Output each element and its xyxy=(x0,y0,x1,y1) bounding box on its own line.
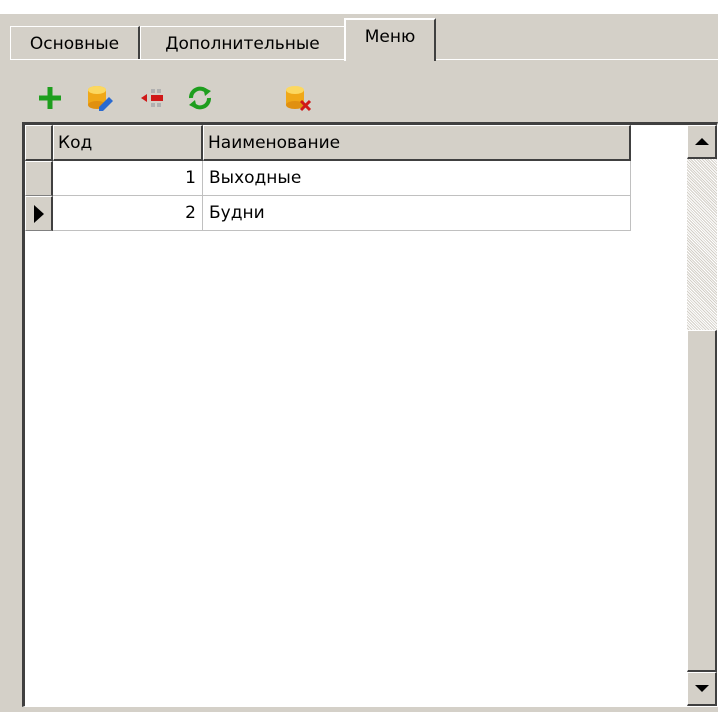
tab-menu[interactable]: Меню xyxy=(344,18,436,61)
arrow-up-icon xyxy=(694,138,709,145)
edit-record-button[interactable] xyxy=(84,82,116,114)
dialog-window: Основные Дополнительные Меню Код Наимено… xyxy=(0,0,722,712)
refresh-button[interactable] xyxy=(184,82,216,114)
cell-name[interactable]: Выходные xyxy=(203,161,631,196)
row-indicator-header xyxy=(25,125,53,161)
tab-dopolnitelnye[interactable]: Дополнительные xyxy=(140,26,346,60)
add-button[interactable] xyxy=(34,82,66,114)
collapse-icon xyxy=(141,89,163,107)
cell-code[interactable]: 1 xyxy=(53,161,203,196)
tab-label: Основные xyxy=(29,33,120,54)
current-row-arrow-icon xyxy=(33,204,44,223)
scroll-down-button[interactable] xyxy=(687,672,717,706)
tab-osnovnye[interactable]: Основные xyxy=(10,26,140,60)
edit-database-icon xyxy=(88,86,113,111)
table-row[interactable]: 1 Выходные xyxy=(25,161,631,196)
row-indicator[interactable] xyxy=(25,161,53,196)
arrow-down-icon xyxy=(694,685,709,692)
tab-label: Дополнительные xyxy=(165,33,320,54)
delete-record-button[interactable] xyxy=(282,82,314,114)
refresh-icon xyxy=(189,86,211,110)
cell-name[interactable]: Будни xyxy=(203,196,631,231)
scroll-thumb[interactable] xyxy=(687,330,717,672)
column-header-code[interactable]: Код xyxy=(53,125,203,161)
collapse-button[interactable] xyxy=(138,82,170,114)
current-row-indicator[interactable] xyxy=(25,196,53,231)
scroll-up-button[interactable] xyxy=(687,125,717,159)
data-grid[interactable]: Код Наименование 1 Выходные 2 Будни xyxy=(22,122,718,707)
column-header-name[interactable]: Наименование xyxy=(203,125,631,161)
cell-code[interactable]: 2 xyxy=(53,196,203,231)
toolbar xyxy=(34,82,334,114)
scroll-track[interactable] xyxy=(687,159,717,330)
tab-bar: Основные Дополнительные Меню xyxy=(10,14,718,61)
tab-label: Меню xyxy=(364,26,416,47)
delete-database-icon xyxy=(286,86,312,112)
add-icon xyxy=(39,87,61,109)
table-row[interactable]: 2 Будни xyxy=(25,196,631,231)
vertical-scrollbar[interactable] xyxy=(687,125,717,706)
